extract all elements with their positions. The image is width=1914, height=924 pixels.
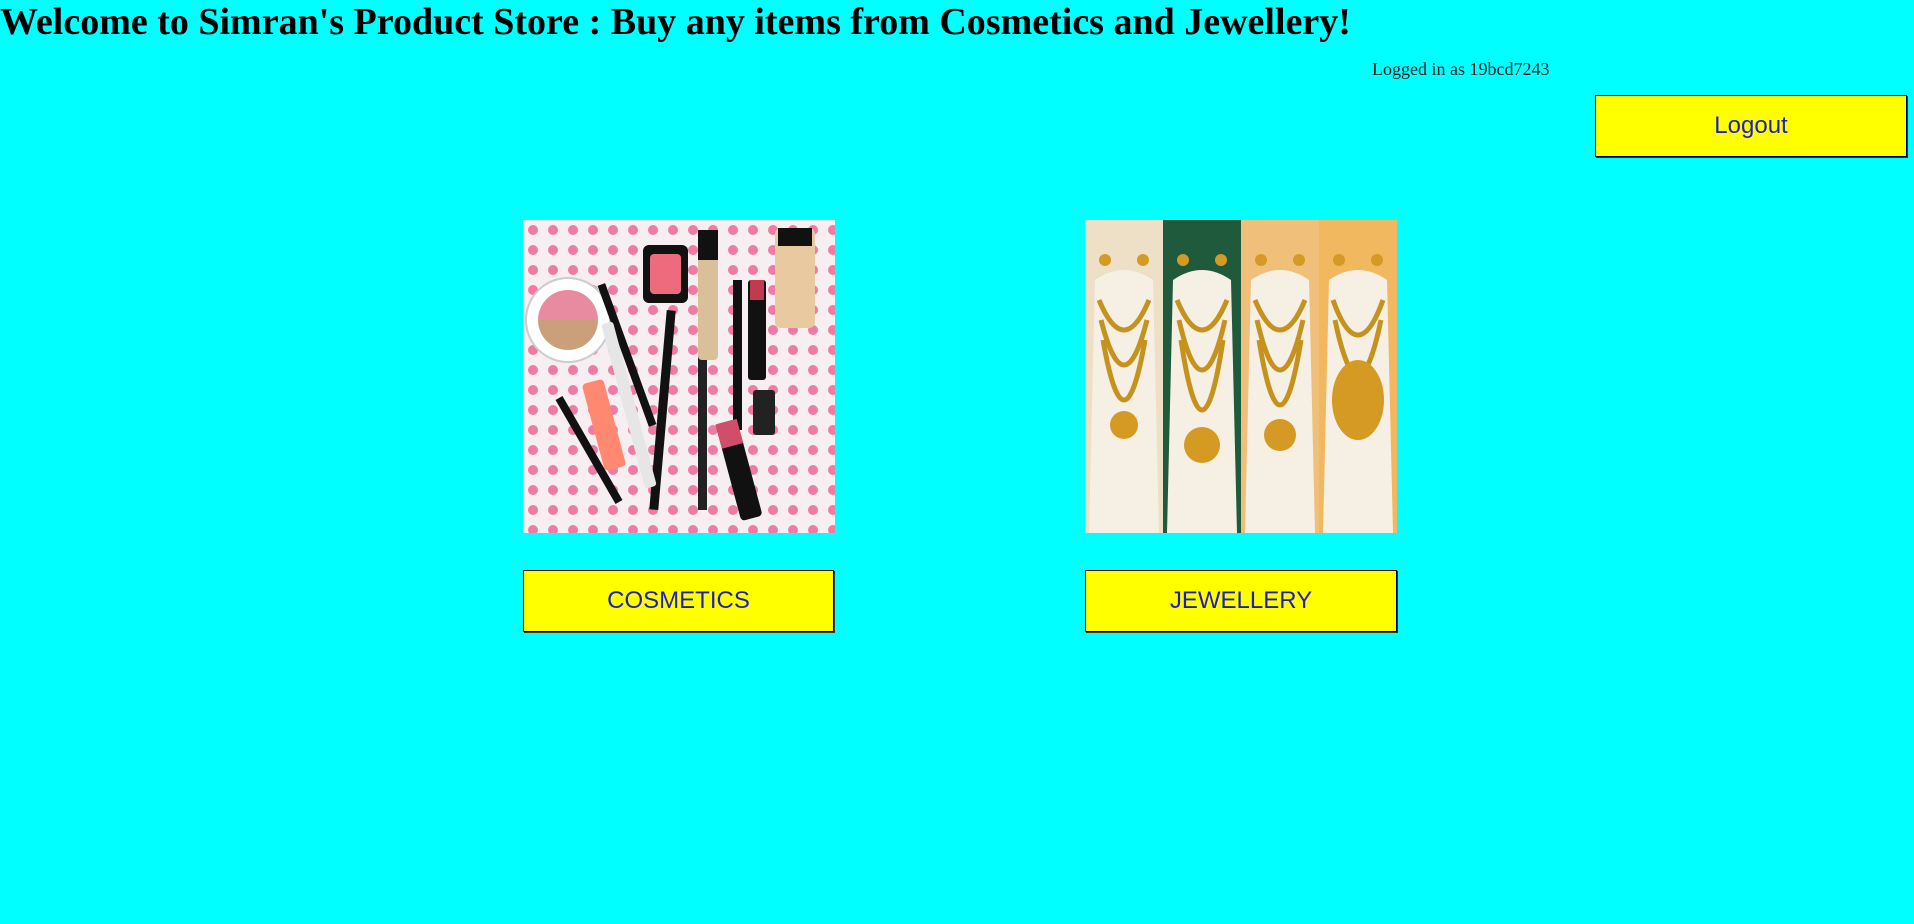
cosmetics-button[interactable]: COSMETICS	[523, 570, 834, 632]
jewellery-button[interactable]: JEWELLERY	[1085, 570, 1397, 632]
store-home-page: Welcome to Simran's Product Store : Buy …	[0, 0, 1914, 924]
cosmetics-image[interactable]	[523, 220, 835, 533]
logout-button[interactable]: Logout	[1595, 95, 1907, 157]
jewellery-image[interactable]	[1085, 220, 1397, 533]
page-title: Welcome to Simran's Product Store : Buy …	[0, 1, 1351, 43]
login-status: Logged in as 19bcd7243	[1372, 59, 1550, 79]
